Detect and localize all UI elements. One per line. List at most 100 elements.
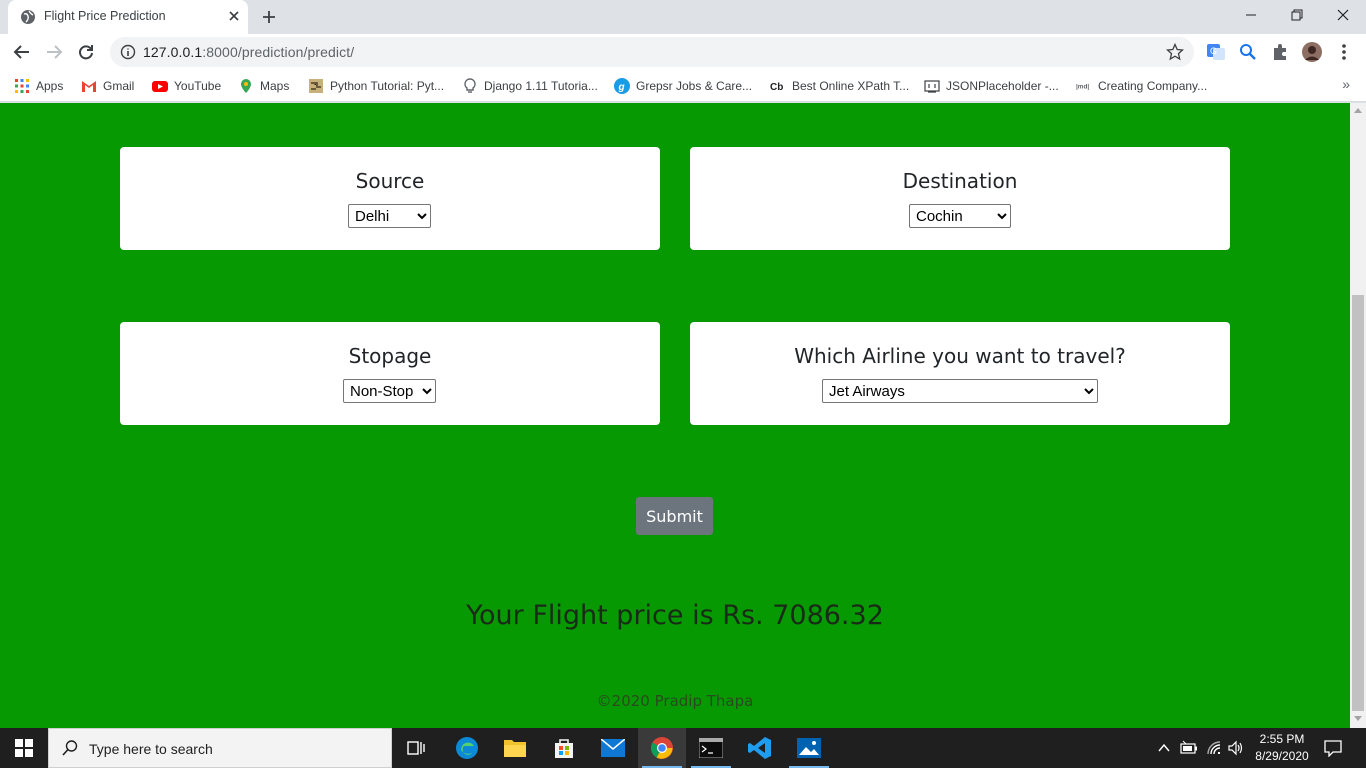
bookmark-creating-company[interactable]: |md| Creating Company...	[1076, 76, 1207, 96]
bookmark-grepsr[interactable]: g Grepsr Jobs & Care...	[614, 76, 752, 96]
arrow-right-icon	[47, 45, 63, 59]
taskbar-store[interactable]	[540, 728, 588, 768]
md-icon: |md|	[1076, 83, 1089, 90]
airline-label: Which Airline you want to travel?	[794, 344, 1126, 368]
search-placeholder: Type here to search	[89, 741, 213, 757]
task-view-icon	[407, 741, 425, 755]
airline-select[interactable]: Jet Airways	[822, 379, 1098, 403]
bookmark-label: Best Online XPath T...	[792, 79, 910, 93]
svg-text:Cb: Cb	[770, 82, 783, 93]
bookmark-label: Django 1.11 Tutoria...	[484, 79, 598, 93]
bookmark-django-tutorial[interactable]: Django 1.11 Tutoria...	[462, 76, 598, 96]
info-icon[interactable]	[120, 44, 136, 60]
restore-icon	[1291, 9, 1303, 21]
browser-tab[interactable]: Flight Price Prediction	[8, 0, 248, 34]
mail-icon	[601, 739, 625, 757]
bookmark-python-tutorial[interactable]: Python Tutorial: Pyt...	[308, 76, 444, 96]
chrome-icon	[651, 737, 673, 759]
taskbar-search-box[interactable]: Type here to search	[48, 728, 392, 768]
windows-taskbar: Type here to search 2:55 PM 8/29/2020	[0, 728, 1366, 768]
taskbar-vscode[interactable]	[736, 728, 784, 768]
more-menu-icon[interactable]	[1334, 42, 1354, 62]
task-view-button[interactable]	[392, 728, 440, 768]
reload-button[interactable]	[74, 40, 98, 64]
arrow-left-icon	[13, 45, 29, 59]
bookmark-label: JSONPlaceholder -...	[946, 79, 1059, 93]
url-text[interactable]: 127.0.0.1:8000/prediction/predict/	[143, 44, 354, 60]
scroll-down-arrow-icon[interactable]	[1354, 716, 1362, 721]
speaker-icon[interactable]	[1228, 740, 1244, 756]
taskbar-chrome[interactable]	[638, 728, 686, 768]
bookmark-youtube[interactable]: YouTube	[152, 76, 221, 96]
taskbar-terminal[interactable]	[687, 728, 735, 768]
vertical-scrollbar[interactable]	[1350, 103, 1366, 728]
bookmark-label: Maps	[260, 79, 290, 93]
close-tab-icon[interactable]	[226, 8, 242, 24]
edge-icon	[456, 737, 478, 759]
restore-button[interactable]	[1274, 0, 1320, 30]
reload-icon	[79, 45, 93, 60]
chevron-up-icon[interactable]	[1157, 741, 1171, 755]
youtube-icon	[152, 81, 168, 92]
url-host: 127.0.0.1	[143, 44, 203, 60]
scrollbar-thumb[interactable]	[1352, 295, 1364, 711]
folder-icon	[504, 740, 526, 757]
vscode-icon	[748, 737, 771, 759]
source-card: Source Delhi	[120, 147, 660, 250]
new-tab-icon[interactable]	[258, 6, 280, 28]
apps-grid-icon	[15, 79, 29, 93]
maps-icon	[241, 79, 251, 93]
close-window-button[interactable]	[1320, 0, 1366, 30]
photos-icon	[797, 738, 821, 758]
bookmark-gmail[interactable]: Gmail	[81, 76, 134, 96]
bookmark-xpath[interactable]: Cb Best Online XPath T...	[770, 76, 909, 96]
tab-title: Flight Price Prediction	[44, 9, 166, 23]
clock-time: 2:55 PM	[1259, 732, 1305, 746]
taskbar-file-explorer[interactable]	[491, 728, 539, 768]
predicted-price-text: Your Flight price is Rs. 7086.32	[466, 600, 884, 631]
profile-avatar-icon[interactable]	[1302, 42, 1322, 62]
taskbar-edge[interactable]	[443, 728, 491, 768]
json-icon	[924, 80, 940, 93]
battery-icon[interactable]	[1180, 740, 1198, 756]
wifi-icon[interactable]	[1206, 740, 1222, 756]
globe-icon	[21, 10, 35, 24]
notification-icon[interactable]	[1324, 739, 1342, 757]
destination-card: Destination Cochin	[690, 147, 1230, 250]
airline-card: Which Airline you want to travel? Jet Ai…	[690, 322, 1230, 425]
grepsr-icon: g	[614, 78, 630, 94]
address-bar[interactable]: 127.0.0.1:8000/prediction/predict/	[110, 37, 1194, 67]
destination-select[interactable]: Cochin	[909, 204, 1011, 228]
puzzle-extensions-icon[interactable]	[1270, 42, 1290, 62]
bookmark-label: YouTube	[174, 79, 222, 93]
url-path: :8000/prediction/predict/	[202, 44, 355, 60]
taskbar-mail[interactable]	[589, 728, 637, 768]
svg-text:g: g	[618, 82, 625, 93]
bookmark-maps[interactable]: Maps	[238, 76, 289, 96]
bookmarks-overflow-icon[interactable]: »	[1342, 76, 1350, 92]
taskbar-photos[interactable]	[785, 728, 833, 768]
back-button[interactable]	[10, 40, 34, 64]
submit-button[interactable]: Submit	[636, 497, 713, 535]
svg-text:|md|: |md|	[1076, 83, 1089, 90]
stopage-select[interactable]: Non-Stop	[343, 379, 436, 403]
taskbar-clock[interactable]: 2:55 PM 8/29/2020	[1244, 731, 1320, 765]
terminal-icon	[699, 738, 723, 758]
svg-text:G: G	[1210, 46, 1217, 56]
bookmark-star-icon[interactable]	[1166, 43, 1184, 61]
page-content: Source Delhi Destination Cochin Stopage …	[0, 103, 1350, 728]
stopage-label: Stopage	[348, 344, 432, 368]
search-extension-icon[interactable]	[1238, 42, 1258, 62]
bookmark-label: Creating Company...	[1098, 79, 1208, 93]
bookmark-jsonplaceholder[interactable]: JSONPlaceholder -...	[924, 76, 1059, 96]
minimize-button[interactable]	[1228, 0, 1274, 30]
windows-logo-icon	[15, 739, 33, 757]
translate-extension-icon[interactable]: G	[1206, 42, 1226, 62]
start-button[interactable]	[0, 728, 48, 768]
minimize-icon	[1246, 14, 1256, 16]
close-icon	[1337, 9, 1349, 21]
forward-button[interactable]	[42, 40, 66, 64]
scroll-up-arrow-icon[interactable]	[1354, 108, 1362, 113]
bookmark-apps[interactable]: Apps	[14, 76, 63, 96]
source-select[interactable]: Delhi	[348, 204, 431, 228]
